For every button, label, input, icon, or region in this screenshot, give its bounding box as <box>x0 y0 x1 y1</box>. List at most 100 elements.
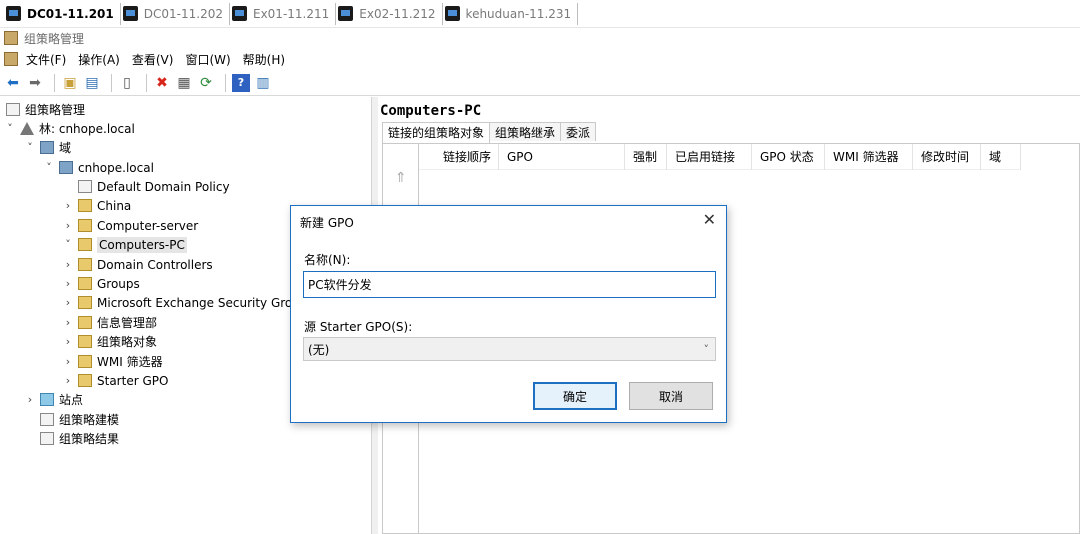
toolbar: ⬅ ➡ ▣ ▤ ▯ ✖ ▦ ⟳ ? ▥ <box>0 70 1080 96</box>
tree-item-info-management[interactable]: › 信息管理部 <box>62 313 157 332</box>
help-icon[interactable]: ? <box>232 73 250 92</box>
tree-item-exchange-security-groups[interactable]: › Microsoft Exchange Security Grou <box>62 293 300 312</box>
starter-gpo-select[interactable]: (无) ˅ <box>303 337 716 361</box>
remote-desktop-icon <box>122 6 138 21</box>
tree-domain-cnhope[interactable]: ˅ cnhope.local <box>43 158 154 177</box>
session-tab-ex01[interactable]: Ex01-11.211 <box>231 2 337 25</box>
chevron-down-icon[interactable]: ˅ <box>43 161 55 174</box>
col-link-order[interactable]: 链接顺序 <box>419 143 499 170</box>
details-title: Computers-PC <box>380 103 482 119</box>
tree-item-computer-server[interactable]: › Computer-server <box>62 216 198 235</box>
session-tab-bar: DC01-11.201 DC01-11.202 Ex01-11.211 Ex02… <box>0 0 1080 28</box>
session-tab-kehuduan[interactable]: kehuduan-11.231 <box>444 2 579 25</box>
gpo-link-icon <box>78 180 92 193</box>
name-label: 名称(N): <box>304 253 351 267</box>
session-tab-dc01-202[interactable]: DC01-11.202 <box>122 2 230 25</box>
window-title: 组策略管理 <box>24 31 85 46</box>
menu-action[interactable]: 操作(A) <box>78 51 120 68</box>
col-modified[interactable]: 修改时间 <box>913 143 981 170</box>
up-folder-icon[interactable]: ▣ <box>61 74 79 92</box>
remote-desktop-icon <box>444 6 460 21</box>
menu-window[interactable]: 窗口(W) <box>185 51 230 68</box>
ou-folder-icon <box>78 199 92 212</box>
chevron-down-icon[interactable]: ˅ <box>62 238 74 251</box>
chevron-right-icon[interactable]: › <box>62 219 74 232</box>
tree-item-wmi-filters[interactable]: › WMI 筛选器 <box>62 352 163 371</box>
domain-icon <box>59 161 73 174</box>
domains-icon <box>40 141 54 154</box>
gp-modeling-icon <box>40 413 54 426</box>
gpmc-root-icon <box>6 103 20 116</box>
chevron-right-icon[interactable]: › <box>62 316 74 329</box>
chevron-down-icon: ˅ <box>703 342 710 356</box>
menu-help[interactable]: 帮助(H) <box>243 51 285 68</box>
tree-domains[interactable]: ˅ 域 <box>24 138 71 157</box>
forward-arrow-icon[interactable]: ➡ <box>26 74 44 92</box>
starter-gpo-icon <box>78 374 92 387</box>
ou-folder-icon <box>78 316 92 329</box>
ok-button[interactable]: 确定 <box>533 382 617 410</box>
gpmc-app-icon[interactable] <box>4 52 18 66</box>
chevron-right-icon[interactable]: › <box>62 296 74 309</box>
ou-folder-icon <box>78 277 92 290</box>
tree-item-gpo-objects[interactable]: › 组策略对象 <box>62 332 157 351</box>
col-domain[interactable]: 域 <box>981 143 1021 170</box>
col-link-enabled[interactable]: 已启用链接 <box>667 143 752 170</box>
tree-gp-results[interactable]: 组策略结果 <box>40 429 119 448</box>
remote-desktop-icon <box>6 6 21 21</box>
chevron-down-icon[interactable]: ˅ <box>24 141 36 154</box>
toolbar-separator <box>54 73 55 92</box>
delete-icon[interactable]: ✖ <box>153 74 171 92</box>
col-gpo-status[interactable]: GPO 状态 <box>752 143 825 170</box>
menu-bar: 文件(F) 操作(A) 查看(V) 窗口(W) 帮助(H) <box>0 48 1080 70</box>
chevron-right-icon[interactable]: › <box>62 277 74 290</box>
chevron-right-icon[interactable]: › <box>62 355 74 368</box>
menu-view[interactable]: 查看(V) <box>132 51 174 68</box>
export-icon[interactable]: ▦ <box>175 74 193 92</box>
cancel-button[interactable]: 取消 <box>629 382 713 410</box>
gpo-name-input[interactable] <box>303 271 716 298</box>
forest-icon <box>20 122 34 135</box>
tree-item-groups[interactable]: › Groups <box>62 274 140 293</box>
tree-forest[interactable]: ˅ 林: cnhope.local <box>4 119 135 138</box>
gpmc-app-icon <box>4 31 18 45</box>
show-tree-icon[interactable]: ▤ <box>83 74 101 92</box>
tree-sites[interactable]: › 站点 <box>24 390 83 409</box>
tree-item-default-domain-policy[interactable]: Default Domain Policy <box>78 177 230 196</box>
chevron-right-icon[interactable]: › <box>62 199 74 212</box>
back-arrow-icon[interactable]: ⬅ <box>4 74 22 92</box>
starter-gpo-label: 源 Starter GPO(S): <box>304 320 413 334</box>
window-title-bar: 组策略管理 <box>0 28 1080 48</box>
tab-delegation[interactable]: 委派 <box>560 122 597 141</box>
properties-icon[interactable]: ▯ <box>118 74 136 92</box>
col-gpo[interactable]: GPO <box>499 143 625 170</box>
chevron-right-icon[interactable]: › <box>62 258 74 271</box>
session-tab-dc01-201[interactable]: DC01-11.201 <box>6 2 121 25</box>
tab-linked-gpos[interactable]: 链接的组策略对象 <box>382 122 491 143</box>
tab-gp-inheritance[interactable]: 组策略继承 <box>489 122 562 141</box>
close-icon[interactable]: ✕ <box>703 210 716 229</box>
chevron-down-icon[interactable]: ˅ <box>4 122 16 135</box>
tree-item-china[interactable]: › China <box>62 196 131 215</box>
chevron-right-icon[interactable]: › <box>24 393 36 406</box>
col-enforced[interactable]: 强制 <box>625 143 667 170</box>
chevron-right-icon[interactable]: › <box>62 335 74 348</box>
list-header: 链接顺序 GPO 强制 已启用链接 GPO 状态 WMI 筛选器 修改时间 域 <box>419 143 1021 170</box>
move-top-icon[interactable]: ⇑ <box>395 170 407 186</box>
chevron-right-icon[interactable]: › <box>62 374 74 387</box>
toolbar-separator <box>225 73 226 92</box>
tree-root[interactable]: 组策略管理 <box>6 100 85 119</box>
ou-folder-icon <box>78 238 92 251</box>
sites-icon <box>40 393 54 406</box>
console-icon[interactable]: ▥ <box>254 74 272 92</box>
starter-gpo-value: (无) <box>308 342 330 357</box>
menu-file[interactable]: 文件(F) <box>26 51 66 68</box>
tree-item-starter-gpo[interactable]: › Starter GPO <box>62 371 169 390</box>
tree-gp-modeling[interactable]: 组策略建模 <box>40 410 119 429</box>
session-tab-ex02[interactable]: Ex02-11.212 <box>338 2 443 25</box>
tree-item-domain-controllers[interactable]: › Domain Controllers <box>62 255 213 274</box>
gp-results-icon <box>40 432 54 445</box>
col-wmi-filter[interactable]: WMI 筛选器 <box>825 143 913 170</box>
tree-item-computers-pc[interactable]: ˅ Computers-PC <box>62 235 187 254</box>
refresh-icon[interactable]: ⟳ <box>197 74 215 92</box>
